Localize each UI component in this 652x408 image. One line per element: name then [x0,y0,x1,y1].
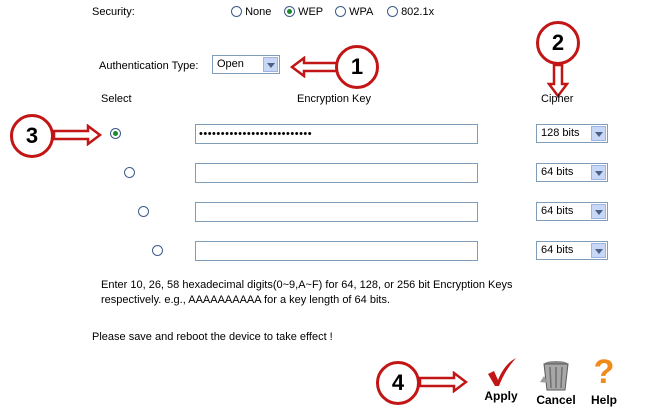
key-row-1-radio[interactable] [110,128,121,139]
key-row-2-input[interactable] [195,163,478,183]
col-key-header: Encryption Key [297,93,371,105]
security-label: Security: [92,6,135,18]
col-cipher-header: Cipher [541,93,574,105]
chevron-down-icon[interactable] [591,204,606,219]
callout-4: 4 [376,361,420,405]
key-row-1-cipher-select[interactable]: 128 bits [536,124,608,143]
security-option-wep[interactable]: WEP [284,6,323,18]
chevron-down-icon[interactable] [591,126,606,141]
question-mark-icon: ? [593,353,615,391]
security-option-none[interactable]: None [231,6,271,18]
security-option-wpa[interactable]: WPA [335,6,373,18]
help-text-line-1: Enter 10, 26, 58 hexadecimal digits(0~9,… [101,279,513,291]
chevron-down-icon[interactable] [263,57,278,72]
radio-8021x[interactable] [387,6,398,17]
callout-arrow-3 [52,124,102,146]
chevron-down-icon[interactable] [591,243,606,258]
callout-arrow-1 [290,56,340,78]
checkmark-icon [488,358,516,386]
help-button[interactable]: ? Help [584,353,624,407]
key-row-3-cipher-select[interactable]: 64 bits [536,202,608,221]
key-row-3-radio[interactable] [138,206,150,217]
callout-3: 3 [10,114,54,158]
chevron-down-icon[interactable] [591,165,606,180]
callout-1: 1 [335,45,379,89]
key-row-2-radio[interactable] [124,167,136,178]
key-row-4-radio[interactable] [152,245,164,256]
auth-type-select[interactable]: Open [212,55,280,74]
key-row-1-input[interactable]: •••••••••••••••••••••••••• [195,124,478,144]
key-row-2-cipher-select[interactable]: 64 bits [536,163,608,182]
radio-wpa[interactable] [335,6,346,17]
col-select-header: Select [101,93,132,105]
radio-none[interactable] [231,6,242,17]
security-option-8021x[interactable]: 802.1x [387,6,434,18]
key-row-4-cipher-select[interactable]: 64 bits [536,241,608,260]
cancel-button[interactable]: Cancel [530,356,582,407]
auth-type-label: Authentication Type: [99,60,199,72]
callout-arrow-4 [418,371,468,393]
key-row-4-input[interactable] [195,241,478,261]
callout-2: 2 [536,21,580,65]
apply-button[interactable]: Apply [478,356,524,406]
trash-can-icon [540,361,569,391]
key-row-3-input[interactable] [195,202,478,222]
reboot-note: Please save and reboot the device to tak… [92,331,333,343]
help-text-line-2: respectively. e.g., AAAAAAAAAA for a key… [101,294,391,306]
radio-wep[interactable] [284,6,295,17]
